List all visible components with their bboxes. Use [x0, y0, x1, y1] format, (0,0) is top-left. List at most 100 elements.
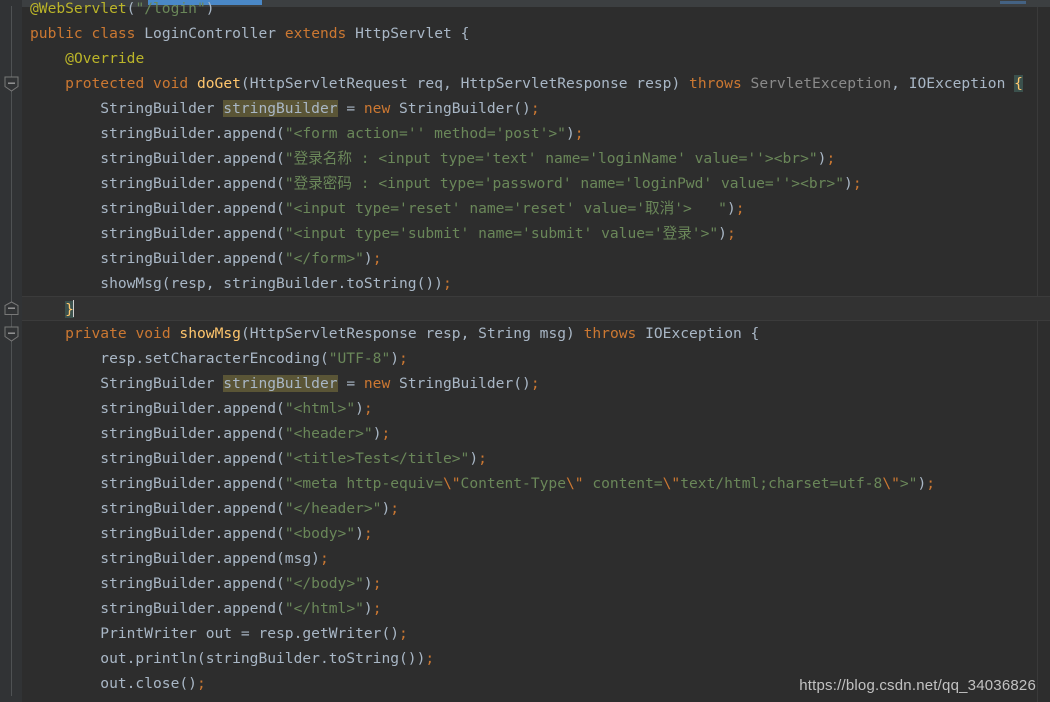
- token: "<input type='reset' name='reset' value=…: [284, 200, 727, 217]
- token: "<body>": [284, 525, 356, 542]
- token: >": [899, 475, 918, 492]
- token: "<input type='submit' name='submit' valu…: [284, 225, 719, 242]
- text-caret: [72, 300, 74, 317]
- line-webservlet-annotation[interactable]: @WebServlet("/login"): [22, 0, 1050, 21]
- token: ): [469, 450, 479, 467]
- token: =: [337, 100, 364, 117]
- token: void: [135, 325, 171, 342]
- line-class-declaration[interactable]: public class LoginController extends Htt…: [22, 21, 1050, 46]
- gutter-fold-rail: [11, 6, 12, 696]
- line-doget-close-brace[interactable]: }: [22, 296, 1050, 321]
- line-text: stringBuilder.append("</form>");: [30, 250, 381, 267]
- line-declare-stringbuilder-1[interactable]: StringBuilder stringBuilder = new String…: [22, 96, 1050, 121]
- line-append-login-name-input[interactable]: stringBuilder.append("登录名称 : <input type…: [22, 146, 1050, 171]
- token: ;: [381, 425, 391, 442]
- line-println-output[interactable]: out.println(stringBuilder.toString());: [22, 646, 1050, 671]
- token: ): [718, 225, 727, 242]
- token: throws: [689, 75, 742, 92]
- token: ;: [726, 225, 736, 242]
- token: ;: [826, 150, 836, 167]
- line-append-html-close[interactable]: stringBuilder.append("</html>");: [22, 596, 1050, 621]
- token: ;: [926, 475, 936, 492]
- line-override-annotation[interactable]: @Override: [22, 46, 1050, 71]
- token: ): [205, 0, 215, 17]
- token: ;: [372, 250, 382, 267]
- token: public: [30, 25, 83, 42]
- line-append-body-open[interactable]: stringBuilder.append("<body>");: [22, 521, 1050, 546]
- token: "登录名称 : <input type='text' name='loginNa…: [284, 150, 818, 167]
- token: stringBuilder.append(: [30, 575, 285, 592]
- line-call-showmsg[interactable]: showMsg(resp, stringBuilder.toString());: [22, 271, 1050, 296]
- token: Content-Type: [460, 475, 566, 492]
- line-append-meta-content-type[interactable]: stringBuilder.append("<meta http-equiv=\…: [22, 471, 1050, 496]
- token: HttpServlet: [355, 25, 452, 42]
- line-text: stringBuilder.append("<html>");: [30, 400, 373, 417]
- line-append-header-close[interactable]: stringBuilder.append("</header>");: [22, 496, 1050, 521]
- token: ;: [363, 400, 373, 417]
- token: stringBuilder.append(: [30, 125, 285, 142]
- line-doget-signature[interactable]: protected void doGet(HttpServletRequest …: [22, 71, 1050, 96]
- line-append-login-pwd-input[interactable]: stringBuilder.append("登录密码 : <input type…: [22, 171, 1050, 196]
- line-append-reset-button[interactable]: stringBuilder.append("<input type='reset…: [22, 196, 1050, 221]
- line-append-msg[interactable]: stringBuilder.append(msg);: [22, 546, 1050, 571]
- line-declare-stringbuilder-2[interactable]: StringBuilder stringBuilder = new String…: [22, 371, 1050, 396]
- line-append-html-open[interactable]: stringBuilder.append("<html>");: [22, 396, 1050, 421]
- token: throws: [583, 325, 637, 342]
- token: stringBuilder.append(: [30, 450, 285, 467]
- token: stringBuilder.append(: [30, 175, 285, 192]
- watermark-text: https://blog.csdn.net/qq_34036826: [799, 677, 1036, 694]
- token: ): [381, 500, 391, 517]
- token: "</body>": [284, 575, 364, 592]
- fold-marker-showmsg-icon[interactable]: [4, 326, 19, 343]
- token: ;: [390, 500, 400, 517]
- line-get-writer[interactable]: PrintWriter out = resp.getWriter();: [22, 621, 1050, 646]
- token: ;: [372, 575, 382, 592]
- token: ;: [399, 625, 408, 642]
- token: IOException: [908, 75, 1006, 92]
- token: (HttpServletRequest req, HttpServletResp…: [240, 75, 690, 92]
- token: ;: [574, 125, 584, 142]
- token: "<form action='' method='post'>": [284, 125, 566, 142]
- token: out.close(): [30, 675, 197, 692]
- token: \": [662, 475, 681, 492]
- line-text: stringBuilder.append("</header>");: [30, 500, 399, 517]
- code-content[interactable]: @WebServlet("/login") public class LoginC…: [22, 0, 1050, 702]
- line-text: stringBuilder.append("<input type='reset…: [30, 200, 744, 217]
- line-text: @Override: [30, 50, 144, 67]
- line-append-form-close[interactable]: stringBuilder.append("</form>");: [22, 246, 1050, 271]
- code-editor-window: @WebServlet("/login") public class LoginC…: [0, 0, 1050, 702]
- token: ): [363, 575, 373, 592]
- line-append-form-open[interactable]: stringBuilder.append("<form action='' me…: [22, 121, 1050, 146]
- line-text: stringBuilder.append("登录名称 : <input type…: [30, 150, 835, 167]
- token: StringBuilder(): [390, 375, 531, 392]
- line-showmsg-signature[interactable]: private void showMsg(HttpServletResponse…: [22, 321, 1050, 346]
- editor-gutter[interactable]: [0, 0, 22, 702]
- line-append-title[interactable]: stringBuilder.append("<title>Test</title…: [22, 446, 1050, 471]
- token: ServletException: [750, 75, 892, 92]
- token: "</header>": [284, 500, 382, 517]
- token: StringBuilder: [30, 375, 224, 392]
- line-text: stringBuilder.append("登录密码 : <input type…: [30, 175, 861, 192]
- line-append-submit-button[interactable]: stringBuilder.append("<input type='submi…: [22, 221, 1050, 246]
- token: \": [882, 475, 900, 492]
- fold-marker-close-brace-icon[interactable]: [4, 301, 19, 318]
- token: "<html>": [284, 400, 356, 417]
- token: ;: [478, 450, 487, 467]
- fold-marker-doget-icon[interactable]: [4, 76, 19, 93]
- token: stringBuilder.append(: [30, 200, 285, 217]
- line-set-character-encoding[interactable]: resp.setCharacterEncoding("UTF-8");: [22, 346, 1050, 371]
- line-text: showMsg(resp, stringBuilder.toString());: [30, 275, 451, 292]
- line-text: @WebServlet("/login"): [30, 0, 215, 17]
- line-append-body-close[interactable]: stringBuilder.append("</body>");: [22, 571, 1050, 596]
- line-append-header-open[interactable]: stringBuilder.append("<header>");: [22, 421, 1050, 446]
- token: ;: [319, 550, 329, 567]
- token: stringBuilder.append(: [30, 150, 285, 167]
- token: LoginController: [144, 25, 277, 42]
- token: showMsg: [179, 325, 241, 342]
